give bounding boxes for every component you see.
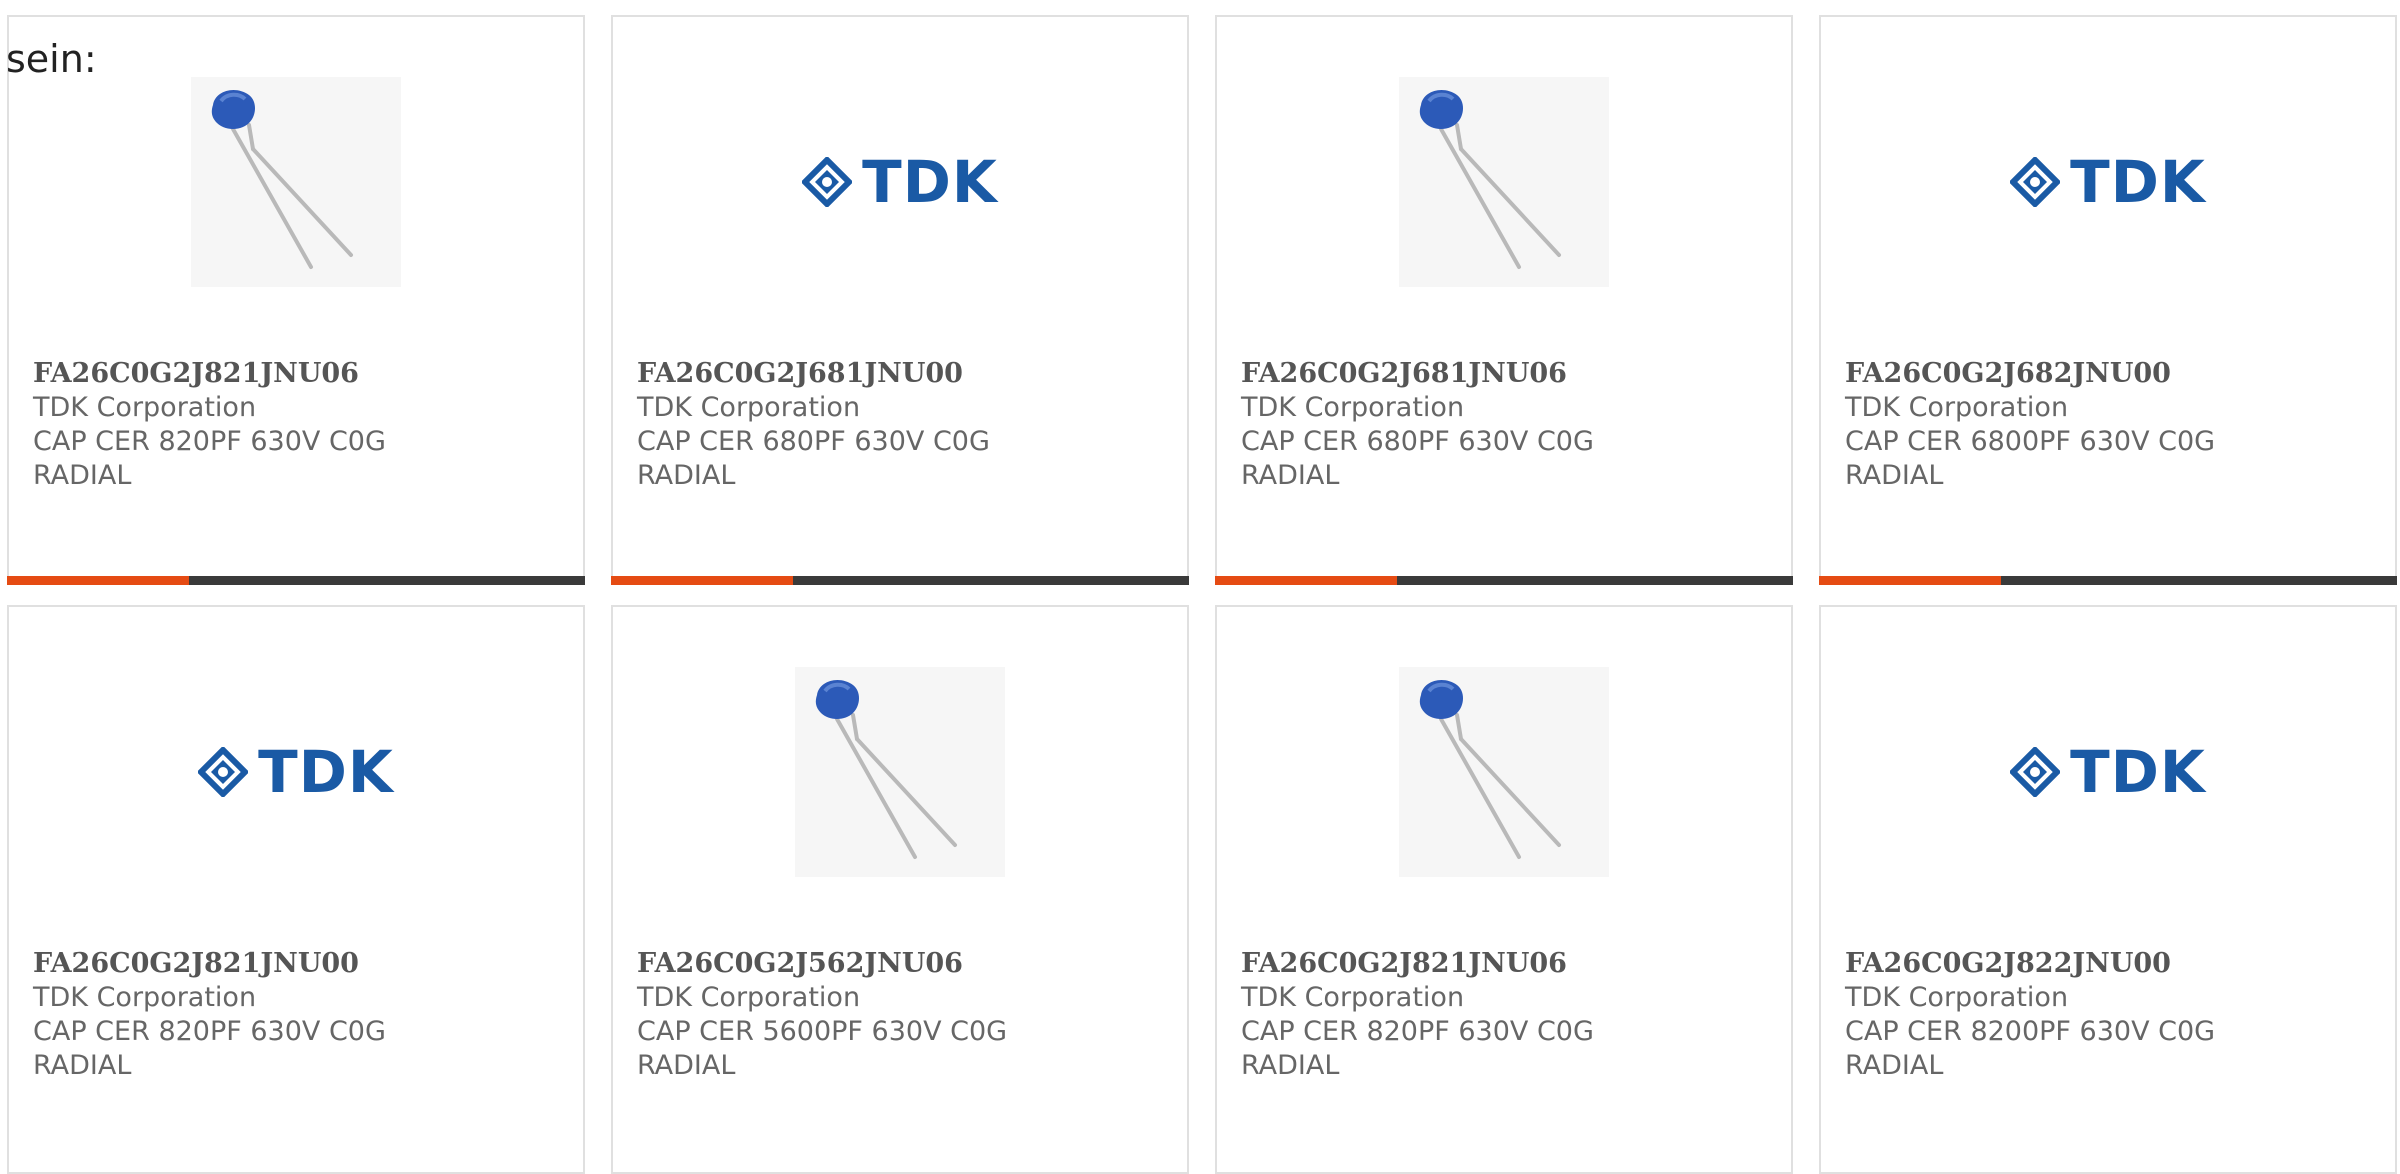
description: CAP CER 820PF 630V C0G xyxy=(33,426,386,457)
product-card[interactable]: TDK FA26C0G2J681JNU00 TDK Corporation CA… xyxy=(611,15,1189,585)
part-number[interactable]: FA26C0G2J681JNU00 xyxy=(637,357,1167,391)
tdk-logo-icon xyxy=(2010,747,2061,797)
package: RADIAL xyxy=(1241,460,1340,491)
tdk-logo-text: TDK xyxy=(2070,148,2206,216)
capacitor-image xyxy=(1399,77,1609,287)
tdk-logo: TDK xyxy=(2010,738,2206,806)
manufacturer: TDK Corporation xyxy=(1845,982,2069,1013)
description: CAP CER 5600PF 630V C0G xyxy=(637,1016,1008,1047)
manufacturer: TDK Corporation xyxy=(1241,982,1465,1013)
product-image-area xyxy=(613,667,1187,877)
manufacturer: TDK Corporation xyxy=(1241,392,1465,423)
card-bottom-bar xyxy=(7,576,585,585)
card-accent-bar xyxy=(7,576,189,585)
description: CAP CER 680PF 630V C0G xyxy=(1241,426,1594,457)
product-info: FA26C0G2J821JNU06 TDK Corporation CAP CE… xyxy=(33,357,563,493)
tdk-logo-icon xyxy=(2010,157,2061,207)
part-number[interactable]: FA26C0G2J821JNU00 xyxy=(33,947,563,981)
product-image-area xyxy=(1217,77,1791,287)
tdk-logo-text: TDK xyxy=(258,738,394,806)
product-card[interactable]: TDK FA26C0G2J821JNU00 TDK Corporation CA… xyxy=(7,605,585,1174)
tdk-logo: TDK xyxy=(802,148,998,216)
tdk-logo-text: TDK xyxy=(862,148,998,216)
product-image-area: TDK xyxy=(613,77,1187,287)
part-number[interactable]: FA26C0G2J821JNU06 xyxy=(1241,947,1771,981)
capacitor-image xyxy=(191,77,401,287)
manufacturer: TDK Corporation xyxy=(637,392,861,423)
part-number[interactable]: FA26C0G2J821JNU06 xyxy=(33,357,563,391)
product-info: FA26C0G2J821JNU00 TDK Corporation CAP CE… xyxy=(33,947,563,1083)
manufacturer: TDK Corporation xyxy=(637,982,861,1013)
package: RADIAL xyxy=(637,460,736,491)
tdk-logo-icon xyxy=(802,157,853,207)
product-grid: FA26C0G2J821JNU06 TDK Corporation CAP CE… xyxy=(7,15,2400,1174)
package: RADIAL xyxy=(33,1050,132,1081)
product-image-area: TDK xyxy=(1821,667,2395,877)
card-accent-bar xyxy=(611,576,793,585)
package: RADIAL xyxy=(637,1050,736,1081)
product-image-area xyxy=(9,77,583,287)
part-number[interactable]: FA26C0G2J562JNU06 xyxy=(637,947,1167,981)
card-accent-bar xyxy=(1819,576,2001,585)
product-info: FA26C0G2J682JNU00 TDK Corporation CAP CE… xyxy=(1845,357,2375,493)
product-card[interactable]: FA26C0G2J681JNU06 TDK Corporation CAP CE… xyxy=(1215,15,1793,585)
card-bottom-bar xyxy=(1819,576,2397,585)
product-info: FA26C0G2J681JNU06 TDK Corporation CAP CE… xyxy=(1241,357,1771,493)
product-info: FA26C0G2J681JNU00 TDK Corporation CAP CE… xyxy=(637,357,1167,493)
product-card[interactable]: FA26C0G2J821JNU06 TDK Corporation CAP CE… xyxy=(7,15,585,585)
product-card[interactable]: FA26C0G2J821JNU06 TDK Corporation CAP CE… xyxy=(1215,605,1793,1174)
intro-text: sein: xyxy=(6,37,97,81)
tdk-logo: TDK xyxy=(198,738,394,806)
tdk-logo: TDK xyxy=(2010,148,2206,216)
package: RADIAL xyxy=(1845,1050,1944,1081)
description: CAP CER 820PF 630V C0G xyxy=(1241,1016,1594,1047)
package: RADIAL xyxy=(1845,460,1944,491)
tdk-logo-text: TDK xyxy=(2070,738,2206,806)
card-bottom-bar xyxy=(611,576,1189,585)
part-number[interactable]: FA26C0G2J681JNU06 xyxy=(1241,357,1771,391)
product-info: FA26C0G2J562JNU06 TDK Corporation CAP CE… xyxy=(637,947,1167,1083)
card-bottom-bar xyxy=(1215,576,1793,585)
product-card[interactable]: TDK FA26C0G2J682JNU00 TDK Corporation CA… xyxy=(1819,15,2397,585)
manufacturer: TDK Corporation xyxy=(33,392,257,423)
capacitor-image xyxy=(1399,667,1609,877)
manufacturer: TDK Corporation xyxy=(1845,392,2069,423)
tdk-logo-icon xyxy=(198,747,249,797)
package: RADIAL xyxy=(33,460,132,491)
product-image-area: TDK xyxy=(1821,77,2395,287)
description: CAP CER 680PF 630V C0G xyxy=(637,426,990,457)
manufacturer: TDK Corporation xyxy=(33,982,257,1013)
product-info: FA26C0G2J821JNU06 TDK Corporation CAP CE… xyxy=(1241,947,1771,1083)
product-info: FA26C0G2J822JNU00 TDK Corporation CAP CE… xyxy=(1845,947,2375,1083)
description: CAP CER 820PF 630V C0G xyxy=(33,1016,386,1047)
product-card[interactable]: FA26C0G2J562JNU06 TDK Corporation CAP CE… xyxy=(611,605,1189,1174)
description: CAP CER 6800PF 630V C0G xyxy=(1845,426,2216,457)
product-card[interactable]: TDK FA26C0G2J822JNU00 TDK Corporation CA… xyxy=(1819,605,2397,1174)
card-accent-bar xyxy=(1215,576,1397,585)
product-image-area xyxy=(1217,667,1791,877)
part-number[interactable]: FA26C0G2J682JNU00 xyxy=(1845,357,2375,391)
package: RADIAL xyxy=(1241,1050,1340,1081)
capacitor-image xyxy=(795,667,1005,877)
description: CAP CER 8200PF 630V C0G xyxy=(1845,1016,2216,1047)
part-number[interactable]: FA26C0G2J822JNU00 xyxy=(1845,947,2375,981)
product-image-area: TDK xyxy=(9,667,583,877)
